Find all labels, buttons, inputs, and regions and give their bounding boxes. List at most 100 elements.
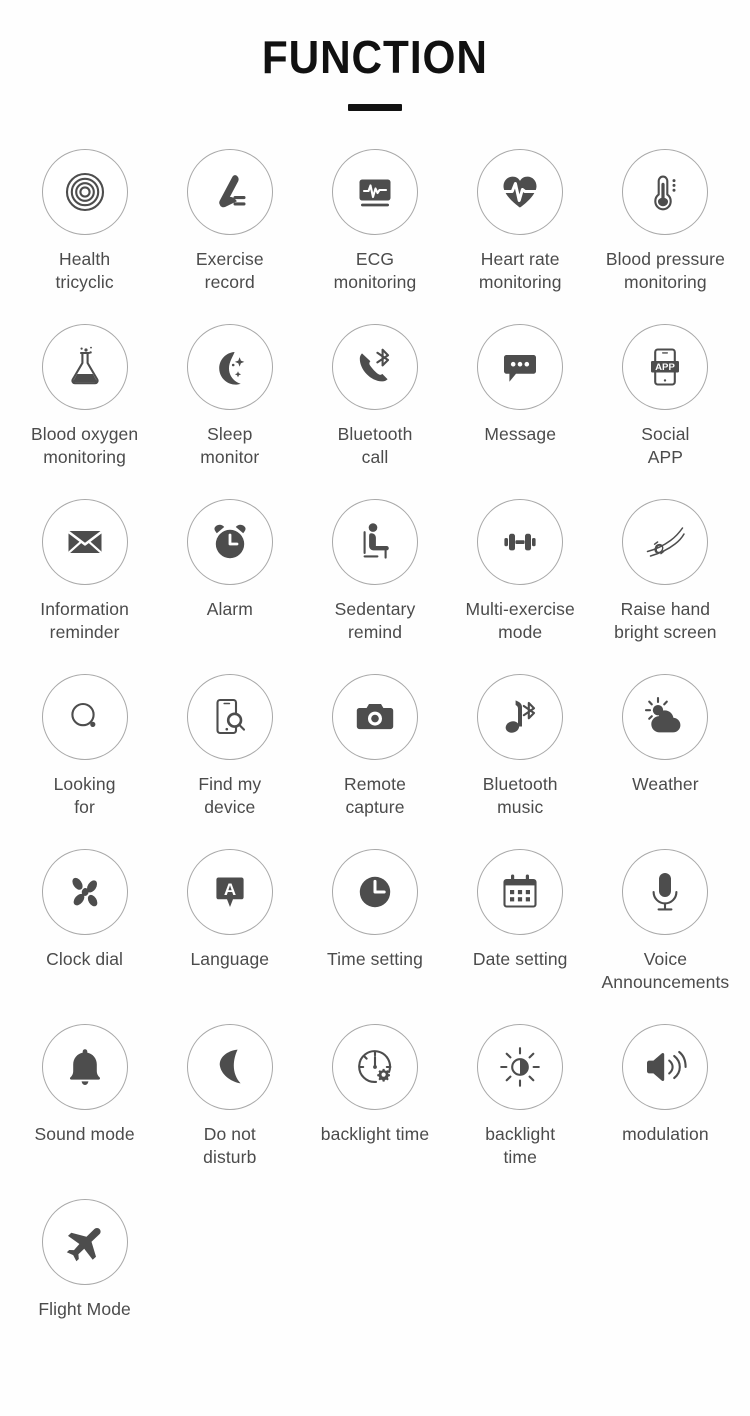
feature-item[interactable]: Message <box>448 324 593 499</box>
feature-icon-circle <box>41 149 128 235</box>
feature-item[interactable]: Weather <box>593 674 738 849</box>
feature-item[interactable]: Exercise record <box>157 149 302 324</box>
feature-item[interactable]: Sedentary remind <box>302 499 447 674</box>
speaker-volume-icon <box>641 1043 689 1091</box>
feature-icon-circle <box>186 149 273 235</box>
feature-icon-circle <box>622 499 709 585</box>
svg-text:APP: APP <box>656 362 676 373</box>
flask-icon <box>61 343 109 391</box>
feature-item[interactable]: Flight Mode <box>12 1199 157 1374</box>
language-a-icon: A <box>206 868 254 916</box>
feature-label: Sedentary remind <box>334 599 416 643</box>
feature-item[interactable]: Voice Announcements <box>593 849 738 1024</box>
feature-item[interactable]: Bluetooth call <box>302 324 447 499</box>
feature-label: Raise hand bright screen <box>614 599 717 643</box>
feature-label: Looking for <box>53 774 116 818</box>
calendar-icon <box>496 868 544 916</box>
feature-label: Message <box>484 424 557 444</box>
feature-item[interactable]: backlight time <box>448 1024 593 1199</box>
feature-icon-circle <box>477 674 564 760</box>
feature-item[interactable]: ECG monitoring <box>302 149 447 324</box>
feature-icon-circle <box>622 849 709 935</box>
phone-app-icon: APP <box>641 343 689 391</box>
feature-label: Information reminder <box>40 599 129 643</box>
feature-icon-circle <box>186 499 273 585</box>
alarm-clock-icon <box>206 518 254 566</box>
feature-item[interactable]: Date setting <box>448 849 593 1024</box>
feature-item[interactable]: Health tricyclic <box>12 149 157 324</box>
feature-icon-circle <box>477 1024 564 1110</box>
feature-item[interactable]: Blood oxygen monitoring <box>12 324 157 499</box>
feature-item[interactable]: Time setting <box>302 849 447 1024</box>
feature-icon-circle <box>477 149 564 235</box>
sun-cloud-icon <box>641 693 689 741</box>
magnifier-icon <box>61 693 109 741</box>
feature-icon-circle: A <box>186 849 273 935</box>
feature-label: Time setting <box>327 949 423 969</box>
thermometer-icon <box>641 168 689 216</box>
feature-label: Do not disturb <box>203 1124 257 1168</box>
feature-label: backlight time <box>320 1124 430 1144</box>
envelope-icon <box>61 518 109 566</box>
feature-item[interactable]: Do not disturb <box>157 1024 302 1199</box>
feature-label: Bluetooth music <box>482 774 558 818</box>
feature-label: Weather <box>632 774 699 794</box>
feature-item[interactable]: Heart rate monitoring <box>448 149 593 324</box>
gauge-gear-icon <box>351 1043 399 1091</box>
feature-item[interactable]: Looking for <box>12 674 157 849</box>
feature-item[interactable]: Bluetooth music <box>448 674 593 849</box>
feature-item[interactable]: Multi-exercise mode <box>448 499 593 674</box>
bell-icon <box>61 1043 109 1091</box>
feature-label: Multi-exercise mode <box>465 599 575 643</box>
health-rings-icon <box>61 168 109 216</box>
feature-item[interactable]: Sound mode <box>12 1024 157 1199</box>
feature-item[interactable]: Information reminder <box>12 499 157 674</box>
feature-icon-circle <box>331 1024 418 1110</box>
feature-item[interactable]: APP Social APP <box>593 324 738 499</box>
feature-icon-circle <box>41 1199 128 1285</box>
feature-item[interactable]: Sleep monitor <box>157 324 302 499</box>
feature-icon-circle <box>477 499 564 585</box>
feature-icon-circle <box>477 849 564 935</box>
feature-item[interactable]: Raise hand bright screen <box>593 499 738 674</box>
feature-label: Voice Announcements <box>601 949 730 993</box>
feature-icon-circle: APP <box>622 324 709 410</box>
feature-icon-circle <box>331 499 418 585</box>
feature-icon-circle <box>622 149 709 235</box>
feature-item[interactable]: Remote capture <box>302 674 447 849</box>
feature-icon-circle <box>622 674 709 760</box>
feature-icon-circle <box>186 324 273 410</box>
chat-bubble-icon <box>496 343 544 391</box>
clock-dial-petals-icon <box>61 868 109 916</box>
feature-icon-circle <box>331 149 418 235</box>
feature-icon-circle <box>186 674 273 760</box>
feature-label: Find my device <box>198 774 262 818</box>
feature-item[interactable]: backlight time <box>302 1024 447 1199</box>
feature-label: Health tricyclic <box>55 249 114 293</box>
feature-icon-circle <box>331 849 418 935</box>
bluetooth-phone-icon <box>351 343 399 391</box>
feature-label: Remote capture <box>344 774 406 818</box>
feature-icon-circle <box>41 849 128 935</box>
feature-icon-circle <box>41 674 128 760</box>
feature-label: Exercise record <box>195 249 264 293</box>
feature-label: backlight time <box>485 1124 556 1168</box>
feature-item[interactable]: Blood pressure monitoring <box>593 149 738 324</box>
bluetooth-music-icon <box>496 693 544 741</box>
feature-label: Sleep monitor <box>200 424 260 468</box>
feature-icon-circle <box>41 1024 128 1110</box>
feature-item[interactable]: A Language <box>157 849 302 1024</box>
feature-grid: Health tricyclic Exercise record ECG monit… <box>0 149 750 1374</box>
feature-item[interactable]: Alarm <box>157 499 302 674</box>
feature-item[interactable]: Clock dial <box>12 849 157 1024</box>
feature-label: Blood pressure monitoring <box>605 249 725 293</box>
feature-item[interactable]: Find my device <box>157 674 302 849</box>
sitting-person-icon <box>351 518 399 566</box>
running-shoe-icon <box>206 168 254 216</box>
feature-item[interactable]: modulation <box>593 1024 738 1199</box>
ecg-monitor-icon <box>351 168 399 216</box>
find-phone-icon <box>206 693 254 741</box>
page-header: FUNCTION <box>0 0 750 111</box>
heart-pulse-icon <box>496 168 544 216</box>
feature-icon-circle <box>41 499 128 585</box>
